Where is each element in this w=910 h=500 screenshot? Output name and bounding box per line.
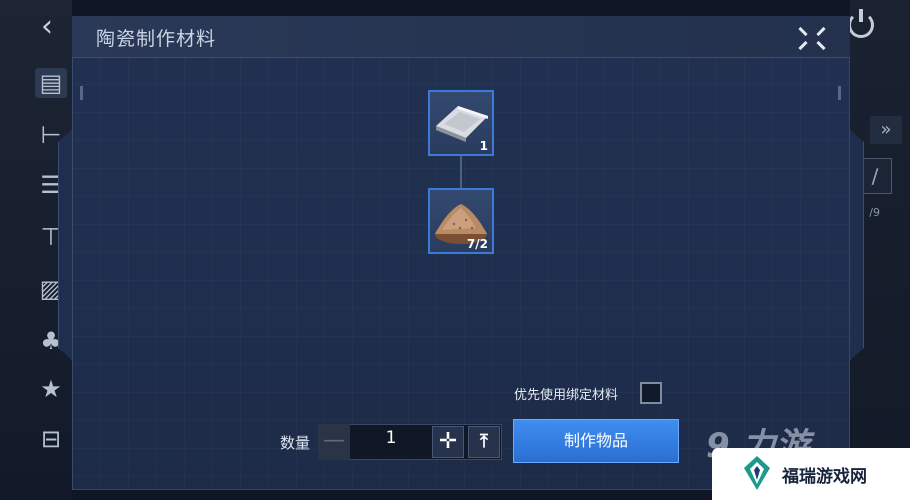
power-icon[interactable] (848, 9, 874, 38)
book-icon[interactable]: ▤ (35, 68, 67, 98)
ingredient-count: 7/2 (466, 237, 488, 251)
dialog-title: 陶瓷制作材料 (96, 28, 217, 50)
cabinet-icon[interactable]: ⊟ (35, 424, 67, 454)
craft-button[interactable]: 制作物品 (513, 419, 679, 463)
star-icon[interactable]: ★ (35, 374, 67, 404)
bind-material-label: 优先使用绑定材料 (514, 388, 619, 403)
right-count: /9 (869, 206, 880, 219)
output-item-slot[interactable]: 1 (428, 90, 494, 156)
close-icon[interactable] (796, 26, 828, 52)
increase-button[interactable]: ✛ (432, 426, 464, 458)
output-count: 1 (479, 139, 488, 153)
frame-corner-mark (80, 86, 83, 100)
watermark-site-name: 福瑞游戏网 (782, 467, 867, 487)
recipe-connector (460, 156, 462, 188)
back-arrow-icon[interactable]: ‹ (30, 10, 64, 44)
decrease-button[interactable]: — (318, 424, 350, 460)
expand-icon[interactable]: » (870, 116, 902, 144)
quantity-label: 数量 (280, 434, 311, 452)
watermark-leaf-icon (744, 456, 770, 490)
bind-material-checkbox[interactable] (640, 382, 662, 404)
ingredient-item-slot[interactable]: 7/2 (428, 188, 494, 254)
frame-corner-mark (838, 86, 841, 100)
quantity-input[interactable]: 1 (352, 428, 430, 448)
max-quantity-button[interactable]: ⤒ (468, 426, 500, 458)
